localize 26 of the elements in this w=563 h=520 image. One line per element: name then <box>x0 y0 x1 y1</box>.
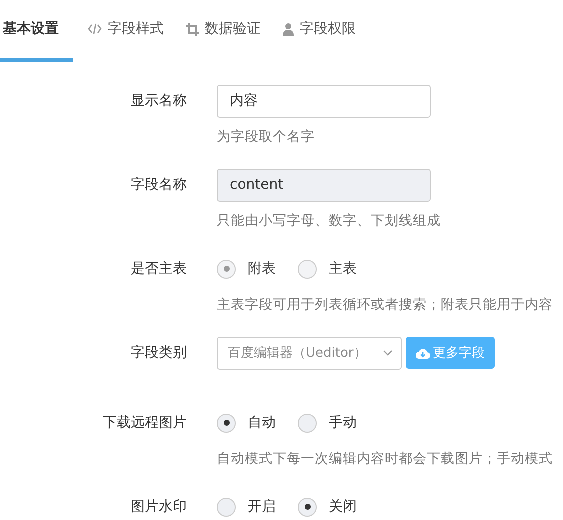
chevron-down-icon <box>383 350 393 356</box>
tab[interactable]: 字段样式 <box>81 0 171 62</box>
select-field[interactable]: 百度编辑器（Ueditor） <box>217 336 402 370</box>
field-label: 下载远程图片 <box>102 414 188 432</box>
user-icon <box>283 22 294 36</box>
field-label: 图片水印 <box>130 498 188 516</box>
radio-option[interactable]: 关闭 <box>298 498 357 516</box>
radio-option[interactable]: 开启 <box>217 498 276 516</box>
field-label: 字段类别 <box>130 344 188 362</box>
help-text: 自动模式下每一次编辑内容时都会下载图片；手动模式 <box>217 450 554 468</box>
tab[interactable]: 字段权限 <box>276 0 363 62</box>
help-text: 为字段取个名字 <box>217 128 316 146</box>
help-text: 只能由小写字母、数字、下划线组成 <box>217 212 442 230</box>
input-field[interactable]: 内容 <box>217 84 431 118</box>
tab[interactable]: 基本设置 <box>0 0 73 62</box>
tab[interactable]: 数据验证 <box>179 0 268 62</box>
code-icon <box>88 23 102 35</box>
input-field[interactable]: content <box>217 168 431 202</box>
help-text: 主表字段可用于列表循环或者搜索；附表只能用于内容 <box>217 296 554 314</box>
radio-option[interactable]: 手动 <box>298 414 357 432</box>
field-label: 显示名称 <box>130 92 188 110</box>
field-label: 是否主表 <box>130 260 188 278</box>
crop-icon <box>186 22 199 36</box>
radio-option[interactable]: 自动 <box>217 414 276 432</box>
cloud-download-icon <box>416 348 430 358</box>
field-label: 字段名称 <box>130 176 188 194</box>
